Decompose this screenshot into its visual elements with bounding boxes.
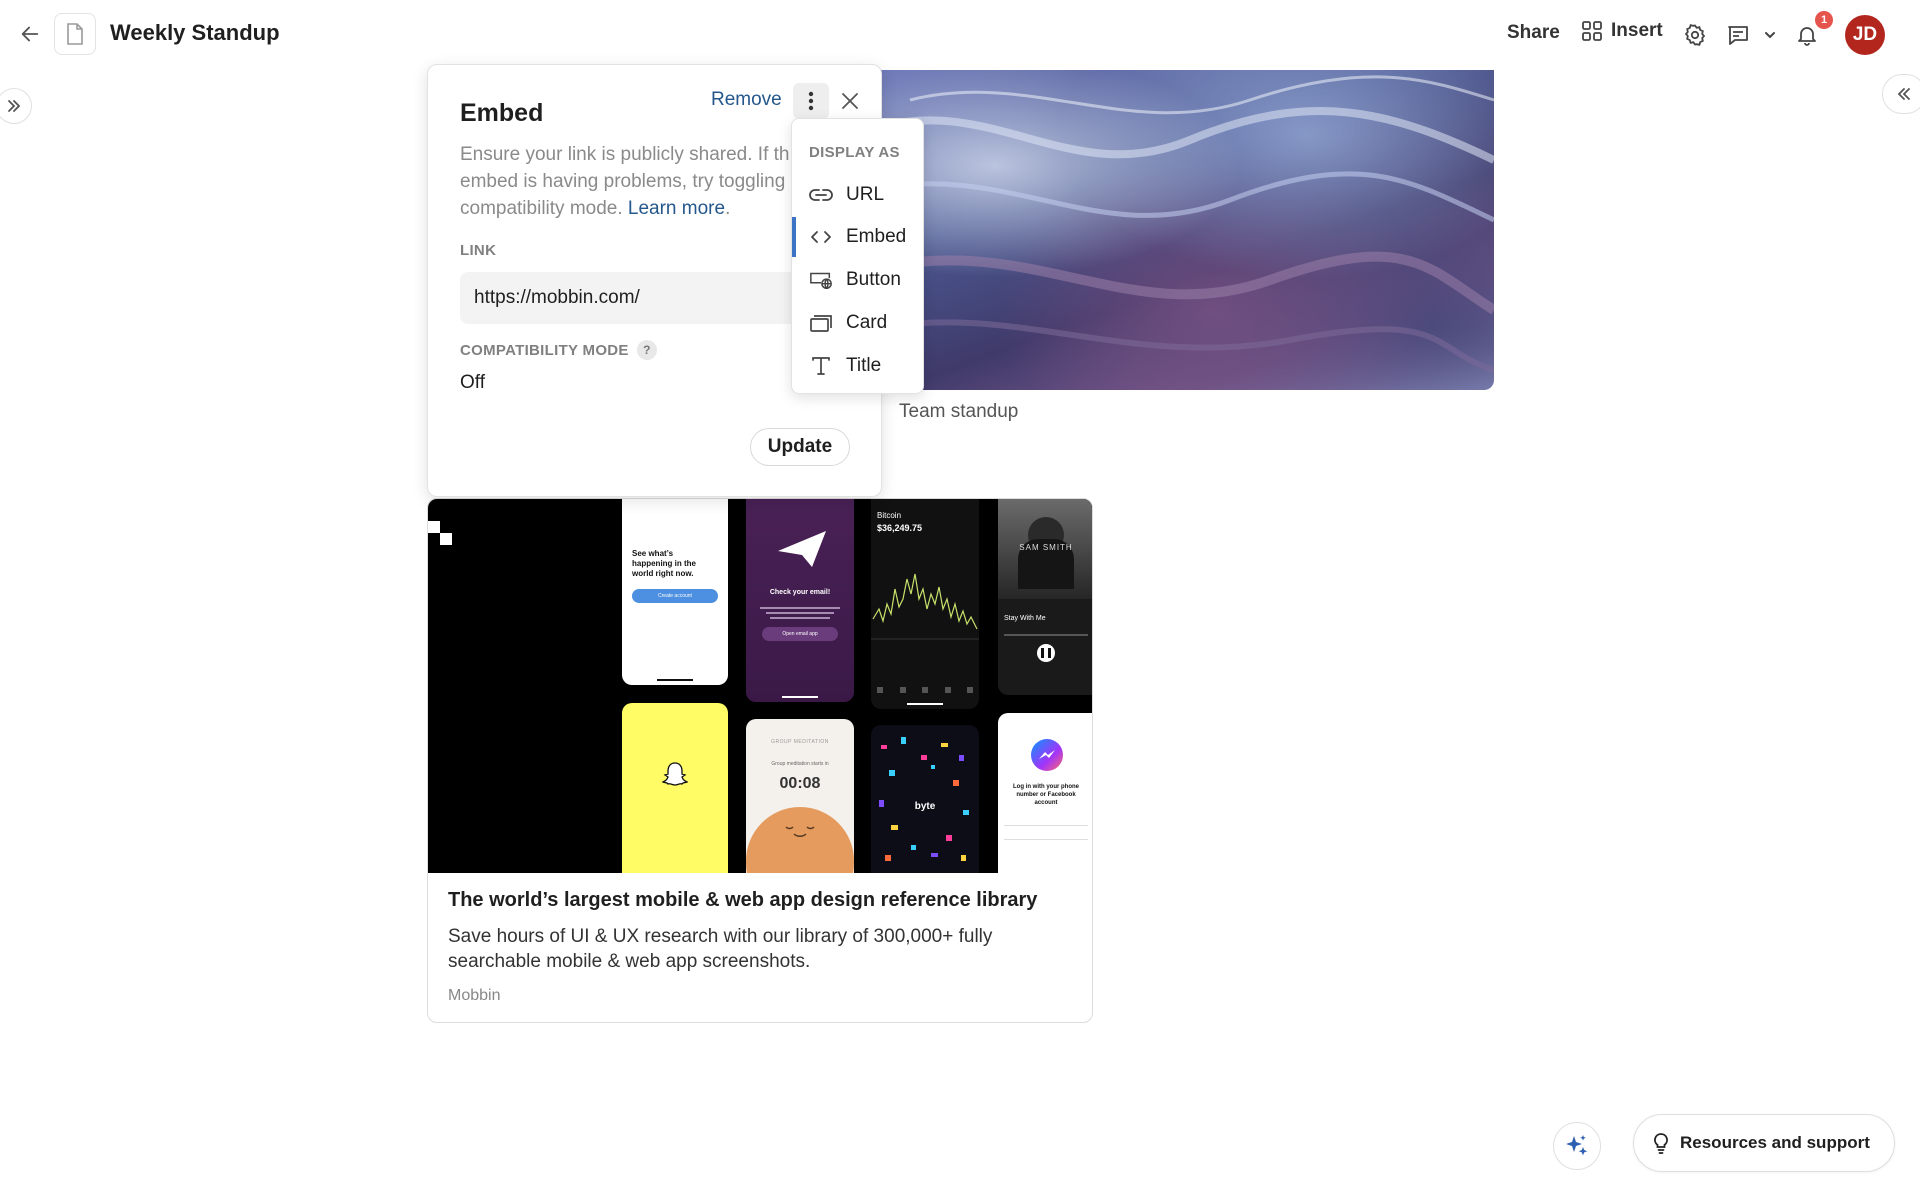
document-icon[interactable]	[54, 13, 96, 55]
expand-right-panel-button[interactable]	[1882, 74, 1920, 114]
bell-icon	[1798, 27, 1816, 46]
avatar[interactable]: JD	[1845, 15, 1885, 55]
menu-item-title[interactable]: Title	[792, 346, 923, 386]
screen-button: Open email app	[762, 627, 838, 641]
screen-text: Check your email!	[769, 589, 831, 596]
preview-description: Save hours of UI & UX research with our …	[448, 926, 993, 972]
learn-more-link[interactable]: Learn more	[628, 198, 725, 219]
insert-label: Insert	[1611, 20, 1663, 41]
sparkle-icon	[1566, 1135, 1588, 1156]
link-icon	[809, 184, 833, 206]
screen-text: byte	[914, 801, 936, 812]
insert-button[interactable]: Insert	[1581, 20, 1663, 42]
mobbin-logo-icon	[428, 521, 452, 545]
link-field-label: LINK	[460, 242, 497, 259]
compat-mode-label-row: COMPATIBILITY MODE ?	[460, 340, 657, 360]
preview-title: The world’s largest mobile & web app des…	[448, 889, 1038, 911]
page-title: Weekly Standup	[110, 20, 280, 45]
menu-item-label: Embed	[846, 226, 907, 247]
compat-mode-label: COMPATIBILITY MODE	[460, 341, 629, 359]
grid-plus-icon	[1582, 21, 1602, 41]
display-as-menu: DISPLAY AS URL Embed Button Card Title	[791, 118, 924, 394]
screen-text: Log in with your phone number or Faceboo…	[1013, 784, 1079, 806]
arrow-left-icon	[21, 26, 39, 42]
menu-item-button[interactable]: Button	[792, 260, 923, 300]
lightbulb-icon	[1654, 1133, 1668, 1154]
link-preview-card[interactable]: See what’s happening in the world right …	[427, 498, 1093, 1023]
preview-image: See what’s happening in the world right …	[428, 499, 1092, 873]
screen-text: Bitcoin	[877, 511, 902, 520]
back-button[interactable]	[16, 20, 44, 48]
card-icon	[809, 312, 833, 334]
share-button[interactable]: Share	[1507, 22, 1560, 44]
remove-button[interactable]: Remove	[711, 89, 782, 111]
description-text: embed is having problems, try toggling	[460, 171, 786, 192]
comments-button[interactable]	[1724, 21, 1752, 49]
menu-item-label: Card	[846, 312, 888, 333]
expand-left-panel-button[interactable]	[0, 88, 32, 124]
comments-dropdown[interactable]	[1757, 21, 1783, 49]
resources-support-button[interactable]: Resources and support	[1633, 1114, 1895, 1172]
screen-text: See what’s	[632, 549, 674, 558]
more-options-button[interactable]	[793, 83, 829, 119]
more-vertical-icon	[808, 91, 814, 111]
comment-icon	[1728, 26, 1748, 45]
screen-text: 00:08	[779, 775, 821, 792]
resources-label: Resources and support	[1680, 1133, 1870, 1152]
screen-button: Create account	[632, 589, 718, 603]
close-button[interactable]	[836, 87, 864, 115]
cover-image[interactable]	[870, 70, 1494, 390]
menu-heading: DISPLAY AS	[809, 144, 900, 161]
menu-item-url[interactable]: URL	[792, 175, 923, 215]
description-text: compatibility mode.	[460, 198, 623, 219]
text-icon	[809, 355, 833, 377]
menu-item-label: Button	[846, 269, 901, 290]
chevron-down-icon	[1765, 32, 1775, 39]
chevrons-left-icon	[1897, 88, 1910, 100]
image-caption[interactable]: Team standup	[899, 401, 1018, 423]
help-icon[interactable]: ?	[636, 340, 657, 360]
ai-assistant-button[interactable]	[1553, 1122, 1601, 1170]
notification-badge: 1	[1815, 11, 1833, 29]
popover-title: Embed	[460, 99, 544, 127]
update-button[interactable]: Update	[750, 428, 850, 466]
settings-button[interactable]	[1681, 21, 1709, 49]
close-icon	[842, 93, 858, 109]
menu-item-card[interactable]: Card	[792, 303, 923, 343]
menu-item-label: Title	[846, 355, 882, 376]
chevrons-right-icon	[8, 100, 21, 112]
popover-description: Ensure your link is publicly shared. If …	[460, 141, 840, 222]
button-globe-icon	[809, 269, 833, 291]
screen-text: world right now.	[632, 569, 694, 578]
code-icon	[809, 226, 833, 248]
description-text: Ensure your link is publicly shared. If …	[460, 144, 790, 165]
compat-mode-value[interactable]: Off	[460, 372, 485, 394]
screen-text: SAM SMITH	[1019, 543, 1073, 552]
gear-icon	[1684, 24, 1706, 46]
menu-item-label: URL	[846, 184, 885, 205]
screen-text: Stay With Me	[1004, 615, 1046, 622]
preview-source: Mobbin	[448, 987, 501, 1004]
screen-text: happening in the	[632, 559, 696, 568]
screen-text: $36,249.75	[877, 523, 923, 533]
top-bar: Weekly Standup Share Insert 1 JD	[0, 0, 1920, 70]
screen-text: GROUP MEDITATION	[771, 739, 829, 745]
menu-item-embed[interactable]: Embed	[792, 217, 923, 257]
screen-text: Group meditation starts in	[771, 761, 829, 767]
